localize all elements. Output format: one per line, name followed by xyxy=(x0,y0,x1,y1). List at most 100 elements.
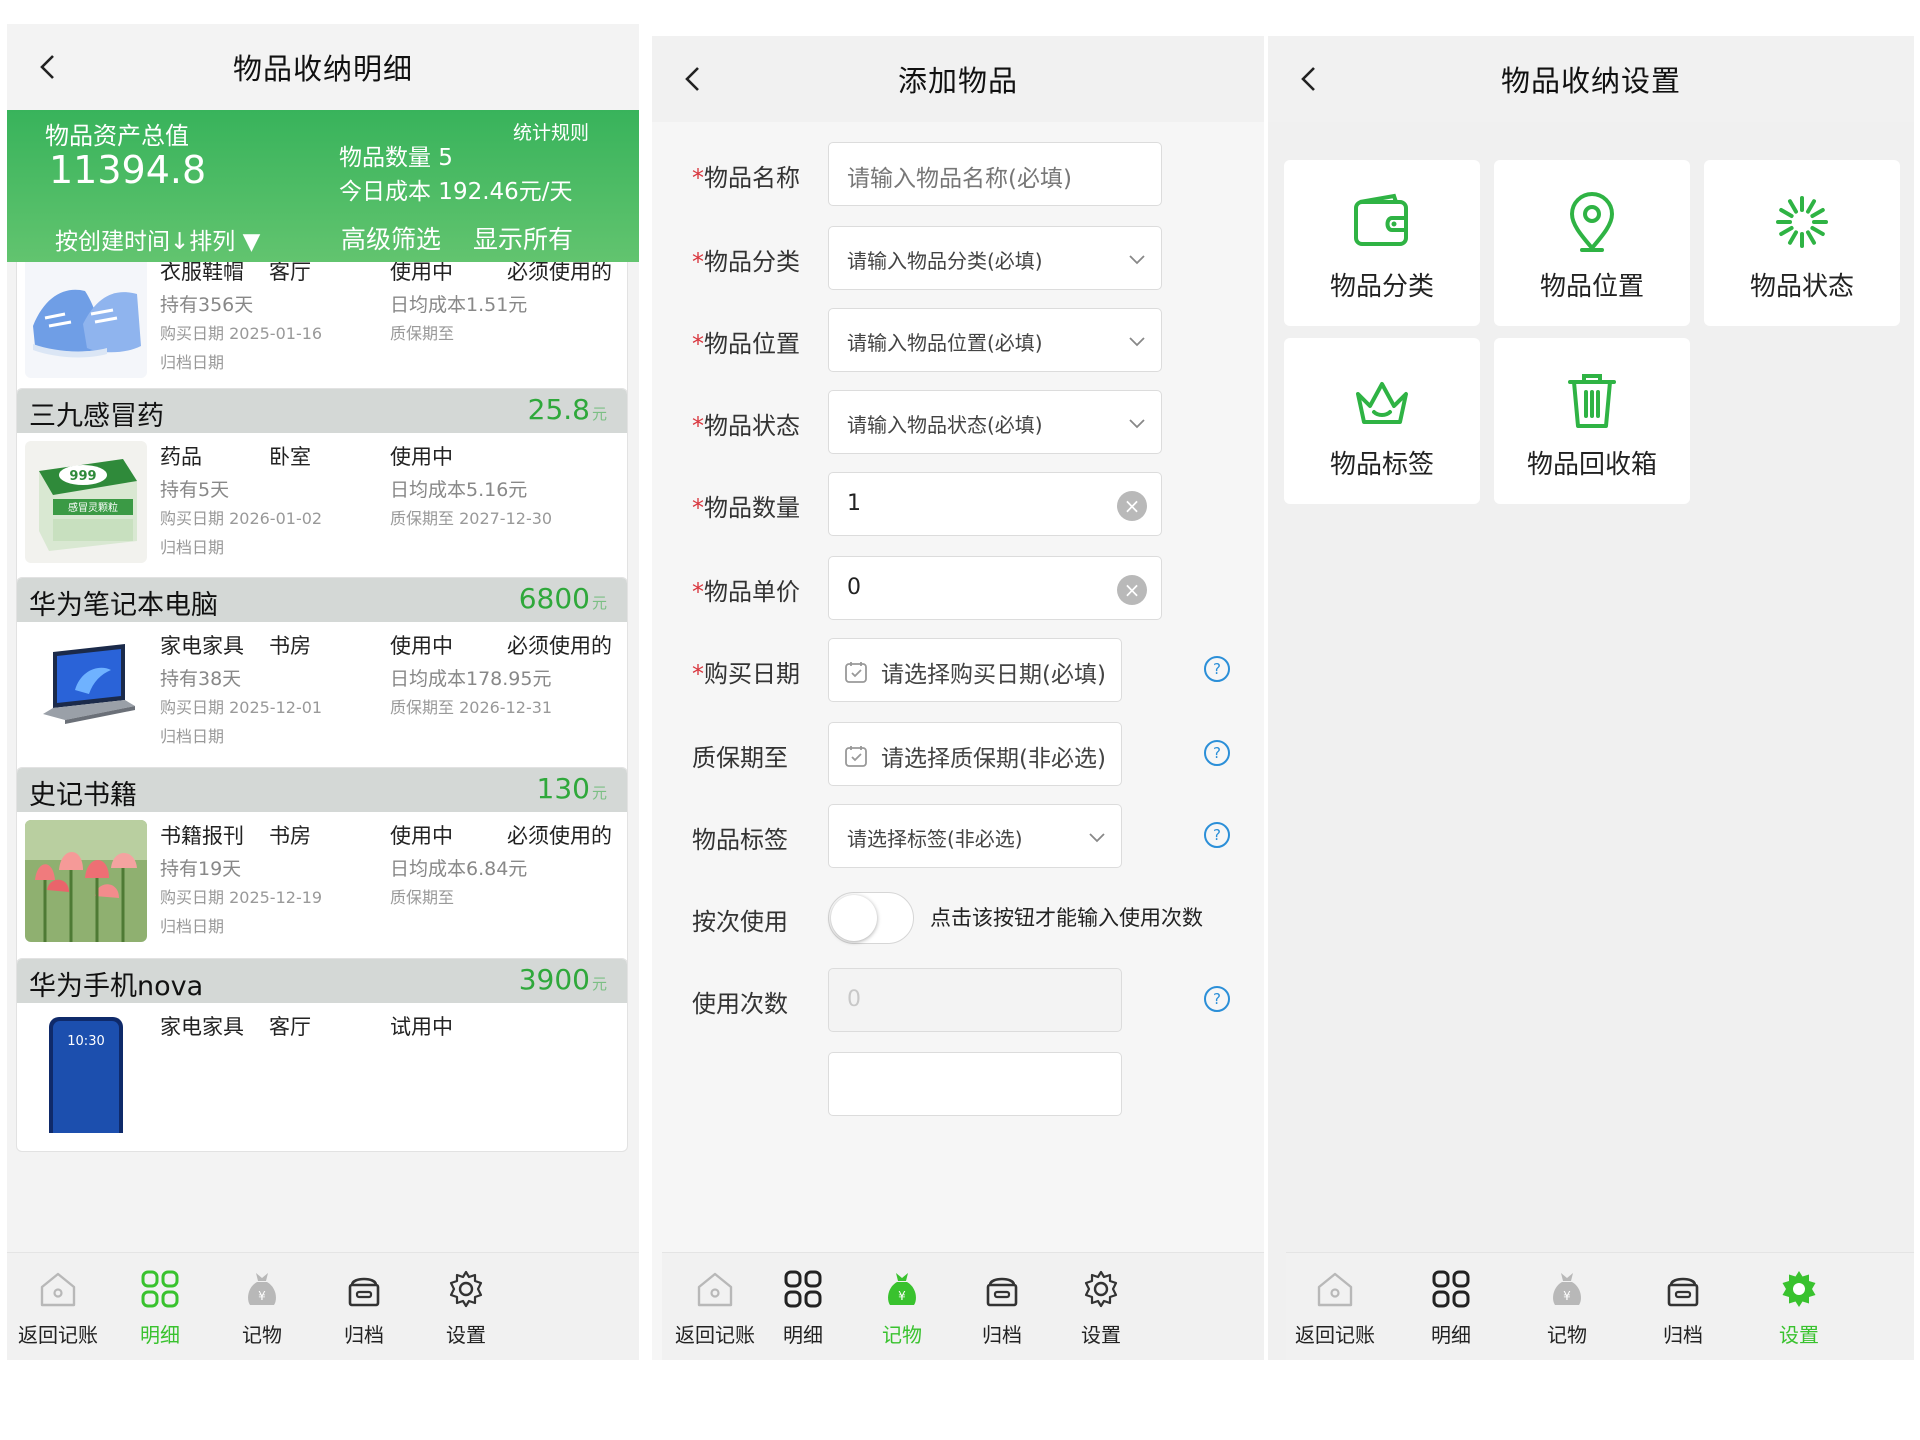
page-title: 物品收纳设置 xyxy=(1500,64,1681,98)
clear-icon[interactable]: × xyxy=(1117,575,1147,605)
settings-tile[interactable]: 物品回收箱 xyxy=(1494,338,1690,504)
field-label-text: 质保期至 xyxy=(692,744,788,772)
settings-tile[interactable]: 物品状态 xyxy=(1704,160,1900,326)
chevron-down-icon xyxy=(1127,249,1147,269)
field-label-text: 物品单价 xyxy=(704,578,800,606)
archive-icon xyxy=(1661,1267,1705,1311)
placeholder: 请输入物品状态(必填) xyxy=(847,413,1043,437)
page-title: 物品收纳明细 xyxy=(232,52,413,86)
tab-settings[interactable]: 设置 xyxy=(1038,1253,1164,1360)
tab-record[interactable]: ¥ 记物 xyxy=(1504,1253,1630,1360)
item-list[interactable]: 衣服鞋帽 客厅 使用中 必须使用的 持有356天 日均成本1.51元 购买日期 2025-0… xyxy=(7,262,639,1248)
stat-rule-link[interactable]: 统计规则 xyxy=(513,118,589,145)
item-category: 家电家具 xyxy=(160,634,244,658)
show-all-button[interactable]: 显示所有 xyxy=(473,220,573,256)
help-icon[interactable]: ? xyxy=(1204,656,1230,682)
settings-grid: 物品分类 物品位置 物品状态物品标签 物品回收箱 xyxy=(1268,122,1914,1248)
item-daily-cost: 日均成本6.84元 xyxy=(390,858,528,880)
unit-price-input[interactable]: 0 × xyxy=(828,556,1162,620)
settings-tile[interactable]: 物品标签 xyxy=(1284,338,1480,504)
item-thumbnail xyxy=(25,630,147,752)
category-input[interactable]: 请输入物品分类(必填) xyxy=(828,226,1162,290)
field-label-text: 使用次数 xyxy=(692,990,788,1018)
status-input[interactable]: 请输入物品状态(必填) xyxy=(828,390,1162,454)
daily-cost: 今日成本 192.46元/天 xyxy=(339,179,573,205)
placeholder: 请选择标签(非必选) xyxy=(847,827,1023,851)
buy-date-input[interactable]: 请选择购买日期(必填) xyxy=(828,638,1122,702)
form-row-unit-price: *物品单价 0 × xyxy=(652,556,1264,622)
item-status: 使用中 xyxy=(390,634,453,658)
wallet-icon xyxy=(1350,190,1414,254)
item-price: 3900 元 xyxy=(518,963,607,996)
gear-icon xyxy=(1079,1267,1123,1311)
warranty-input[interactable]: 请选择质保期(非必选) xyxy=(828,722,1122,786)
item-thumbnail: 10:30 xyxy=(25,1011,147,1133)
advanced-filter-button[interactable]: 高级筛选 xyxy=(341,220,441,256)
item-held-days: 持有356天 xyxy=(160,294,254,316)
per-use-toggle[interactable] xyxy=(828,892,914,944)
item-daily-cost: 日均成本1.51元 xyxy=(390,294,528,316)
help-icon[interactable]: ? xyxy=(1204,740,1230,766)
item-card-body: 家电家具 书房 使用中 必须使用的 持有38天 日均成本178.95元 购买日期 2025-… xyxy=(17,622,627,770)
item-status: 使用中 xyxy=(390,262,453,284)
tab-detail[interactable]: 明细 xyxy=(1388,1253,1514,1360)
required-mark: * xyxy=(692,494,704,522)
field-label: 物品标签 xyxy=(692,820,788,855)
clear-icon[interactable]: × xyxy=(1117,491,1147,521)
item-name: 华为手机nova xyxy=(29,971,204,1002)
phone-clock: 10:30 xyxy=(67,1034,104,1049)
item-card-body: 10:30 家电家具 客厅 试用中 xyxy=(17,1003,627,1151)
grid-icon xyxy=(1429,1267,1473,1311)
name-input[interactable]: 请输入物品名称(必填) xyxy=(828,142,1162,206)
tab-archive[interactable]: 归档 xyxy=(1620,1253,1746,1360)
item-warranty: 质保期至 xyxy=(390,324,455,343)
field-label: 按次使用 xyxy=(692,902,788,937)
tab-settings[interactable]: 设置 xyxy=(403,1253,529,1360)
tab-label: 明细 xyxy=(1431,1323,1471,1347)
item-card[interactable]: 华为手机nova 3900 元 10:30 家电家具 客厅 试用中 xyxy=(16,958,628,1152)
placeholder: 0 xyxy=(847,987,861,1012)
help-icon[interactable]: ? xyxy=(1204,986,1230,1012)
tab-label: 返回记账 xyxy=(1295,1323,1375,1347)
item-price: 6800 元 xyxy=(518,582,607,615)
item-card-body: 衣服鞋帽 客厅 使用中 必须使用的 持有356天 日均成本1.51元 购买日期 2025-0… xyxy=(17,262,627,396)
field-label: *购买日期 xyxy=(692,654,800,689)
tab-bar: 返回记账 明细 ¥ 记物 归档 设置 xyxy=(662,1252,1264,1360)
detail-screen: 物品收纳明细 物品资产总值 11394.8 统计规则 物品数量 5 今日成本 1… xyxy=(7,24,639,1360)
summary-panel: 物品资产总值 11394.8 统计规则 物品数量 5 今日成本 192.46元/… xyxy=(7,110,639,262)
item-daily-cost: 日均成本5.16元 xyxy=(390,479,528,501)
item-thumbnail xyxy=(25,262,147,378)
item-status: 试用中 xyxy=(390,1015,453,1039)
help-icon[interactable]: ? xyxy=(1204,822,1230,848)
location-input[interactable]: 请输入物品位置(必填) xyxy=(828,308,1162,372)
item-thumbnail xyxy=(25,820,147,942)
form-row-warranty: 质保期至 请选择质保期(非必选)? xyxy=(652,722,1264,788)
next-field-input[interactable] xyxy=(828,1052,1122,1116)
sort-dropdown[interactable]: 按创建时间↓排列 ▼ xyxy=(55,222,260,256)
tab-settings[interactable]: 设置 xyxy=(1736,1253,1862,1360)
quantity-input[interactable]: 1 × xyxy=(828,472,1162,536)
field-label-text: 物品分类 xyxy=(704,248,800,276)
tile-label: 物品状态 xyxy=(1749,272,1854,302)
tab-label: 归档 xyxy=(1663,1323,1703,1347)
total-label: 物品资产总值 xyxy=(45,122,189,150)
item-warranty: 质保期至 2026-12-31 xyxy=(390,698,553,717)
settings-tile[interactable]: 物品分类 xyxy=(1284,160,1480,326)
item-location: 客厅 xyxy=(269,1015,311,1039)
settings-tile[interactable]: 物品位置 xyxy=(1494,160,1690,326)
trash-icon xyxy=(1560,368,1624,432)
field-value: 0 xyxy=(847,575,861,600)
item-location: 书房 xyxy=(269,824,311,848)
chevron-down-icon xyxy=(1127,413,1147,433)
form-row-use-count: 使用次数 0? xyxy=(652,968,1264,1034)
item-location: 客厅 xyxy=(269,262,311,284)
money-bag-icon: ¥ xyxy=(240,1267,284,1311)
required-mark: * xyxy=(692,330,704,358)
item-thumbnail: 999 感冒灵颗粒 xyxy=(25,441,147,563)
tag-input[interactable]: 请选择标签(非必选) xyxy=(828,804,1122,868)
field-label: 质保期至 xyxy=(692,738,788,773)
crown-basket-icon xyxy=(1350,368,1414,432)
home-icon xyxy=(36,1267,80,1311)
tab-home[interactable]: 返回记账 xyxy=(1272,1253,1398,1360)
item-location: 书房 xyxy=(269,634,311,658)
